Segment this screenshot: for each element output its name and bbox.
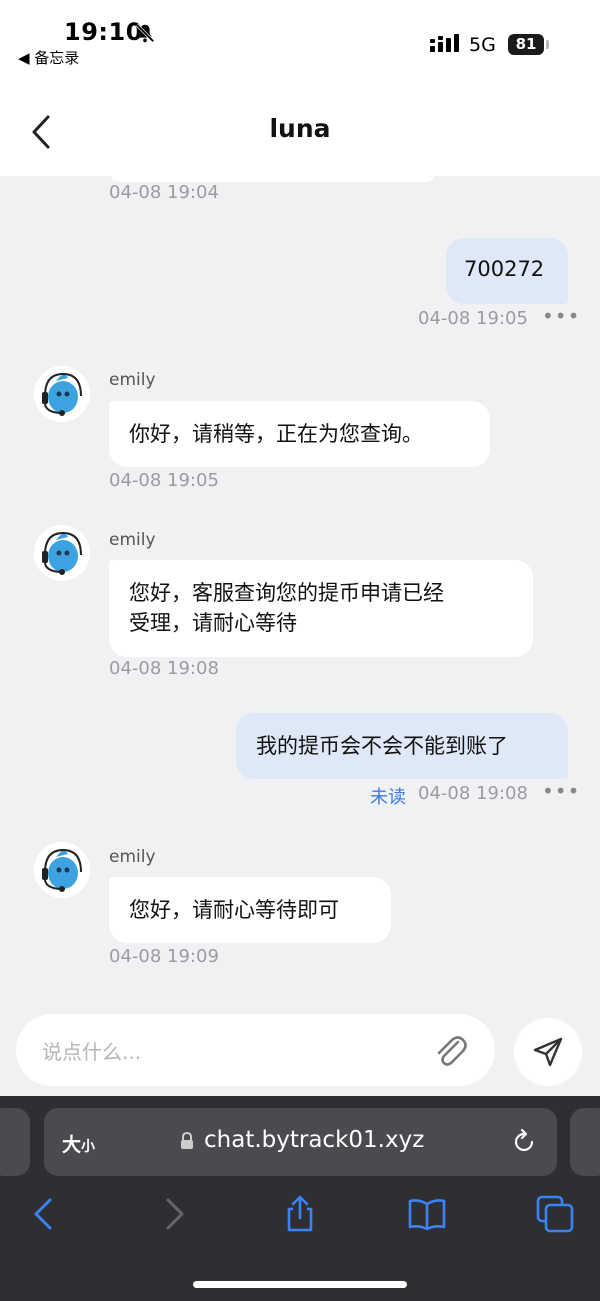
network-type: 5G xyxy=(469,34,496,56)
message-text-line: 您好，客服查询您的提币申请已经 xyxy=(129,581,444,605)
message-text: 700272 xyxy=(464,257,545,281)
share-icon[interactable] xyxy=(280,1194,320,1234)
bookmarks-icon[interactable] xyxy=(407,1194,447,1234)
chat-header: luna xyxy=(0,88,600,176)
browser-toolbar: 大小 chat.bytrack01.xyz xyxy=(0,1096,600,1301)
next-tab-preview[interactable] xyxy=(570,1108,600,1176)
headset-avatar-icon xyxy=(34,525,90,581)
home-indicator[interactable] xyxy=(193,1281,407,1288)
battery-cap xyxy=(546,40,549,49)
sender-name: emily xyxy=(109,370,156,390)
incoming-message-bubble[interactable]: 您好，请耐心等待即可 xyxy=(109,877,391,943)
signal-icon xyxy=(430,34,459,52)
unread-status: 未读 xyxy=(370,787,406,808)
message-input[interactable]: 说点什么... xyxy=(16,1014,495,1086)
incoming-message-bubble[interactable]: 你好，请稍等，正在为您查询。 xyxy=(109,401,490,467)
send-icon xyxy=(533,1037,563,1067)
message-text: 我的提币会不会不能到账了 xyxy=(256,734,508,758)
status-bar: 19:10 ◀ 备忘录 5G 81 xyxy=(0,0,600,88)
message-list[interactable]: 04-08 19:04 700272 04-08 19:05 ••• emily… xyxy=(0,176,600,996)
message-timestamp: 04-08 19:09 xyxy=(109,946,219,967)
outgoing-message-bubble[interactable]: 我的提币会不会不能到账了 xyxy=(236,713,568,779)
message-timestamp: 04-08 19:08 xyxy=(109,658,219,679)
message-text: 你好，请稍等，正在为您查询。 xyxy=(129,422,423,446)
lock-icon xyxy=(181,1132,193,1149)
message-text: 您好，请耐心等待即可 xyxy=(129,898,339,922)
message-timestamp: 04-08 19:05 xyxy=(418,308,528,329)
browser-forward-icon[interactable] xyxy=(154,1194,194,1234)
previous-tab-preview[interactable] xyxy=(0,1108,30,1176)
tabs-icon[interactable] xyxy=(535,1194,575,1234)
message-more-button[interactable]: ••• xyxy=(542,779,580,803)
message-timestamp: 04-08 19:05 xyxy=(109,470,219,491)
back-to-app-link[interactable]: ◀ 备忘录 xyxy=(18,47,79,68)
sender-name: emily xyxy=(109,847,156,867)
bell-slash-icon xyxy=(135,23,155,43)
message-timestamp: 04-08 19:04 xyxy=(109,182,219,203)
address-bar[interactable]: 大小 chat.bytrack01.xyz xyxy=(44,1108,557,1176)
page-title: luna xyxy=(269,114,331,143)
incoming-message-bubble[interactable]: 您好，客服查询您的提币申请已经 受理，请耐心等待 xyxy=(109,560,533,657)
send-button[interactable] xyxy=(514,1018,582,1086)
battery-indicator: 81 xyxy=(508,34,544,55)
headset-avatar-icon xyxy=(34,366,90,422)
input-placeholder: 说点什么... xyxy=(42,1040,142,1064)
reload-icon[interactable] xyxy=(510,1128,538,1156)
sender-name: emily xyxy=(109,530,156,550)
message-more-button[interactable]: ••• xyxy=(542,304,580,328)
status-time: 19:10 xyxy=(64,18,143,46)
text-size-button[interactable]: 大小 xyxy=(62,1130,95,1157)
outgoing-message-bubble[interactable]: 700272 xyxy=(446,238,568,304)
headset-avatar-icon xyxy=(34,842,90,898)
browser-back-icon[interactable] xyxy=(24,1194,64,1234)
paperclip-icon[interactable] xyxy=(430,1030,470,1070)
message-timestamp: 04-08 19:08 xyxy=(418,783,528,804)
message-text-line: 受理，请耐心等待 xyxy=(129,611,297,635)
url-text: chat.bytrack01.xyz xyxy=(204,1127,425,1153)
